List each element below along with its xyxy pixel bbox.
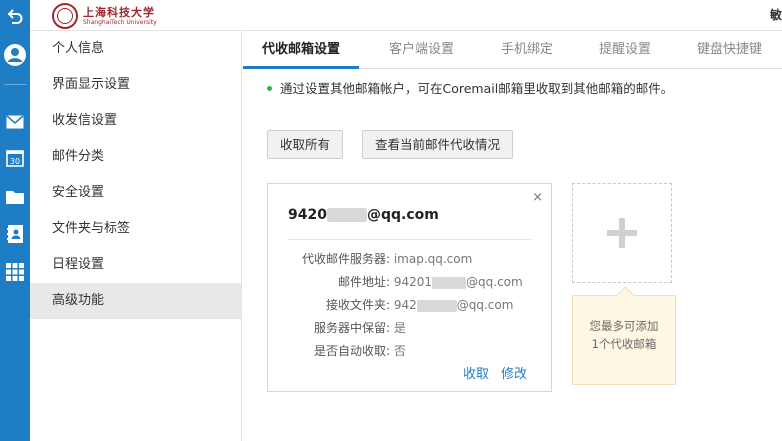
app-rail: 30 bbox=[0, 0, 30, 441]
edit-link[interactable]: 修改 bbox=[501, 367, 527, 382]
apps-grid-icon[interactable] bbox=[5, 262, 25, 282]
plus-icon bbox=[607, 218, 637, 248]
folder-icon[interactable] bbox=[5, 186, 25, 206]
close-icon[interactable]: × bbox=[532, 190, 543, 205]
info-message: 通过设置其他邮箱帐户，可在Coremail邮箱里收取到其他邮箱的邮件。 bbox=[267, 78, 673, 97]
account-email-prefix: 9420 bbox=[288, 207, 327, 223]
calendar-day: 30 bbox=[10, 157, 20, 166]
detail-value-suffix: @qq.com bbox=[456, 298, 514, 312]
mail-icon[interactable] bbox=[5, 112, 25, 132]
fetch-account-card: × 9420 @qq.com 代收邮件服务器: imap.qq.com 邮件地址:… bbox=[267, 183, 552, 392]
redacted-blur bbox=[416, 299, 457, 312]
university-seal-icon bbox=[52, 3, 78, 29]
detail-value: 94201 bbox=[393, 275, 433, 289]
logo-chinese-name: 上海科技大学 bbox=[83, 5, 155, 19]
tab-reminders[interactable]: 提醒设置 bbox=[599, 31, 651, 69]
nav-item-calendar[interactable]: 日程设置 bbox=[30, 247, 241, 283]
redacted-blur bbox=[326, 208, 367, 222]
nav-item-send-receive[interactable]: 收发信设置 bbox=[30, 103, 241, 139]
detail-row-auto-fetch: 是否自动收取: 否 bbox=[268, 340, 553, 363]
nav-item-mail-filter[interactable]: 邮件分类 bbox=[30, 139, 241, 175]
detail-row-server: 代收邮件服务器: imap.qq.com bbox=[268, 248, 553, 271]
nav-item-security[interactable]: 安全设置 bbox=[30, 175, 241, 211]
redacted-blur bbox=[432, 276, 467, 289]
detail-value-suffix: @qq.com bbox=[466, 275, 523, 289]
nav-item-folders-tags[interactable]: 文件夹与标签 bbox=[30, 211, 241, 247]
card-divider bbox=[288, 239, 531, 240]
info-text: 通过设置其他邮箱帐户，可在Coremail邮箱里收取到其他邮箱的邮件。 bbox=[280, 81, 674, 96]
account-email: 9420 @qq.com bbox=[288, 207, 439, 223]
info-dot-icon bbox=[267, 86, 272, 91]
view-fetch-status-button[interactable]: 查看当前邮件代收情况 bbox=[362, 130, 514, 159]
detail-row-address: 邮件地址: 94201 @qq.com bbox=[268, 271, 553, 294]
avatar-icon[interactable] bbox=[2, 42, 28, 68]
detail-value: 942 bbox=[393, 298, 417, 312]
contacts-icon[interactable] bbox=[5, 224, 25, 244]
detail-label: 邮件地址: bbox=[337, 275, 390, 289]
rail-divider bbox=[4, 84, 26, 85]
detail-label: 代收邮件服务器: bbox=[301, 252, 390, 266]
logo-english-name: ShanghaiTech University bbox=[83, 18, 157, 26]
tab-phone-binding[interactable]: 手机绑定 bbox=[501, 31, 553, 69]
tab-client[interactable]: 客户端设置 bbox=[389, 31, 454, 69]
detail-value: 否 bbox=[393, 344, 406, 358]
settings-tabs: 代收邮箱设置 客户端设置 手机绑定 提醒设置 键盘快捷键 bbox=[243, 31, 782, 69]
tip-line-2: 1个代收邮箱 bbox=[591, 337, 657, 351]
detail-label: 服务器中保留: bbox=[313, 321, 390, 335]
nav-item-display[interactable]: 界面显示设置 bbox=[30, 67, 241, 103]
tab-keyboard-shortcuts[interactable]: 键盘快捷键 bbox=[697, 31, 762, 69]
detail-row-keep-on-server: 服务器中保留: 是 bbox=[268, 317, 553, 340]
card-actions: 收取 修改 bbox=[451, 363, 527, 382]
active-tab-indicator bbox=[243, 66, 359, 69]
detail-value: 是 bbox=[393, 321, 406, 335]
university-logo[interactable]: 上海科技大学 ShanghaiTech University bbox=[52, 3, 157, 29]
detail-value: imap.qq.com bbox=[393, 252, 473, 266]
settings-nav: 个人信息 界面显示设置 收发信设置 邮件分类 安全设置 文件夹与标签 日程设置 … bbox=[30, 31, 242, 441]
nav-item-advanced[interactable]: 高级功能 bbox=[30, 283, 241, 319]
fetch-all-button[interactable]: 收取所有 bbox=[267, 130, 344, 159]
detail-label: 是否自动收取: bbox=[313, 344, 390, 358]
account-email-suffix: @qq.com bbox=[366, 207, 439, 223]
nav-item-profile[interactable]: 个人信息 bbox=[30, 31, 241, 67]
calendar-icon[interactable]: 30 bbox=[5, 148, 25, 168]
fetch-link[interactable]: 收取 bbox=[463, 367, 489, 382]
header-user-text[interactable]: 敏 bbox=[770, 6, 782, 23]
tab-mail-fetch[interactable]: 代收邮箱设置 bbox=[262, 31, 340, 69]
add-fetch-account-button[interactable] bbox=[572, 183, 672, 283]
detail-label: 接收文件夹: bbox=[325, 298, 390, 312]
top-header: 上海科技大学 ShanghaiTech University 敏 bbox=[30, 0, 782, 31]
back-icon[interactable] bbox=[5, 6, 25, 26]
tip-line-1: 您最多可添加 bbox=[589, 319, 659, 333]
add-limit-tip: 您最多可添加 1个代收邮箱 bbox=[572, 295, 676, 385]
detail-row-folder: 接收文件夹: 942 @qq.com bbox=[268, 294, 553, 317]
